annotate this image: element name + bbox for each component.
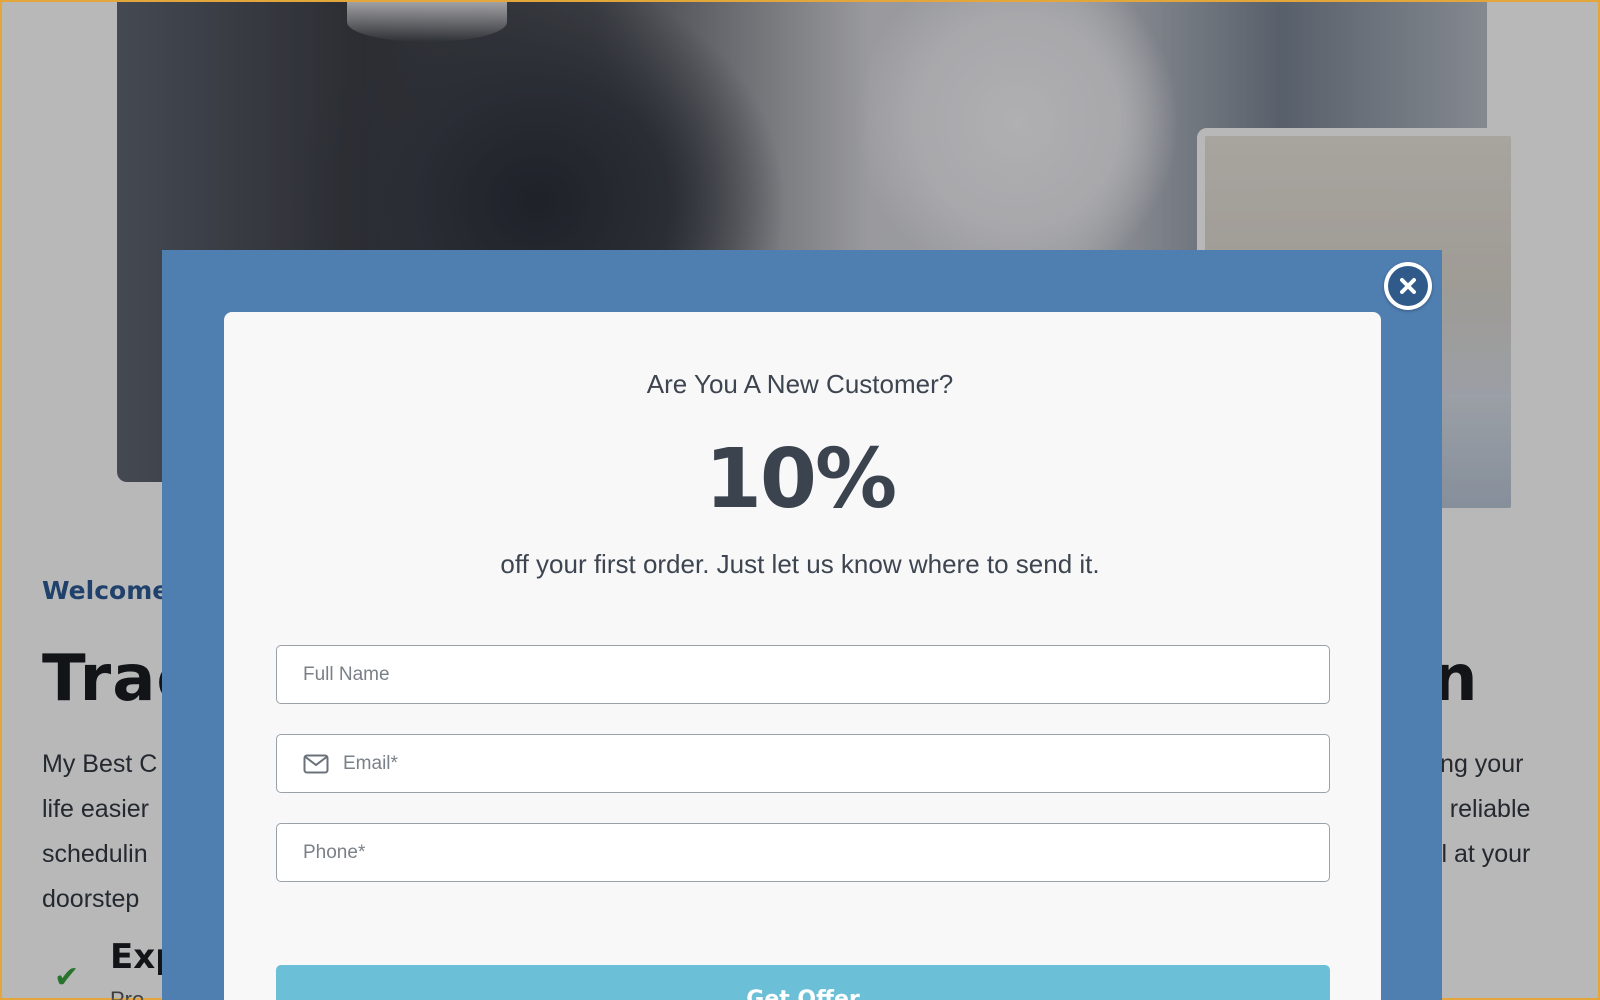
close-icon xyxy=(1388,266,1428,306)
phone-input[interactable] xyxy=(303,824,1329,881)
full-name-field[interactable] xyxy=(276,645,1330,704)
phone-field[interactable] xyxy=(276,823,1330,882)
close-button[interactable] xyxy=(1384,262,1432,310)
get-offer-button[interactable]: Get Offer xyxy=(276,965,1330,1000)
mail-icon xyxy=(303,754,329,773)
modal-subtext: off your first order. Just let us know w… xyxy=(500,549,1100,579)
full-name-input[interactable] xyxy=(303,646,1329,703)
email-field[interactable] xyxy=(276,734,1330,793)
discount-value: 10% xyxy=(704,432,897,527)
email-input[interactable] xyxy=(343,735,1329,792)
modal-eyebrow: Are You A New Customer? xyxy=(646,369,954,399)
